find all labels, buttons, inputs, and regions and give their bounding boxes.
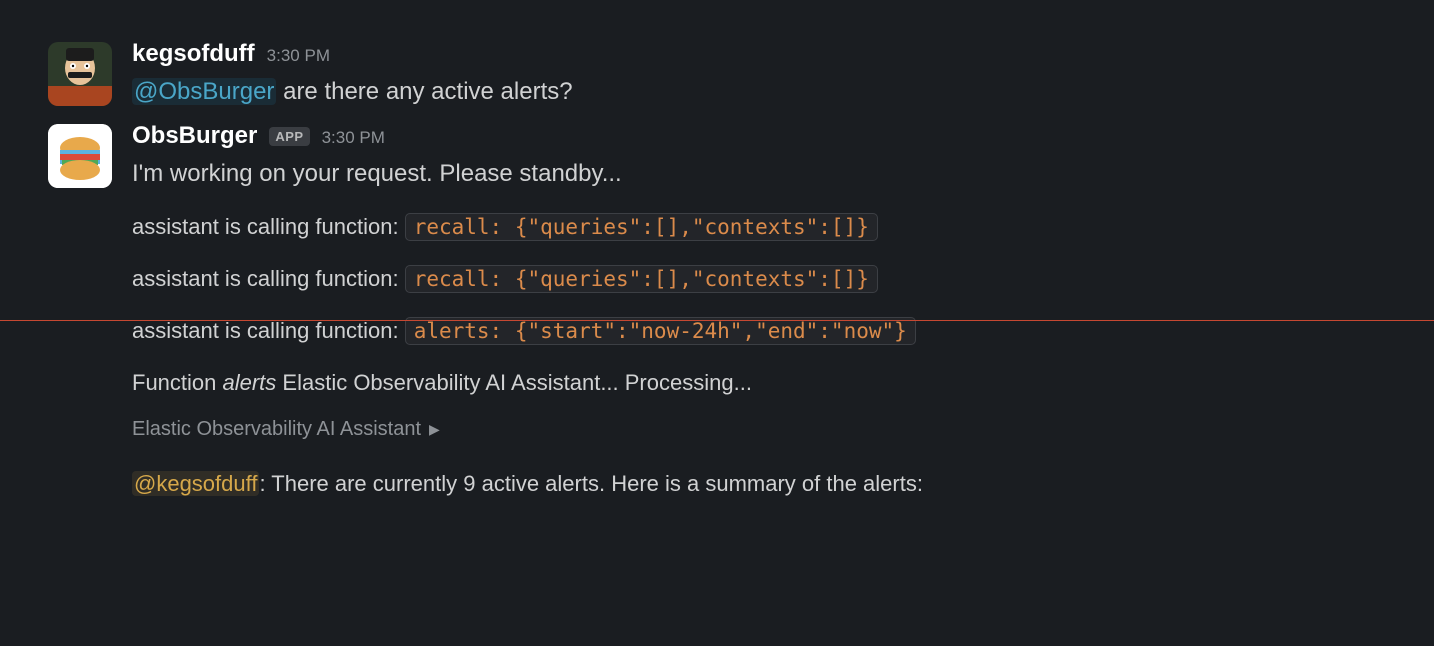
message-text: are there any active alerts? <box>276 78 572 105</box>
message-author[interactable]: ObsBurger <box>132 122 257 150</box>
function-call-prefix: assistant is calling function: <box>132 266 405 291</box>
processing-suffix: Elastic Observability AI Assistant... Pr… <box>276 370 752 395</box>
function-call-line: assistant is calling function: alerts: {… <box>132 314 1398 348</box>
avatar[interactable] <box>48 42 112 106</box>
avatar[interactable] <box>48 124 112 188</box>
message-author[interactable]: kegsofduff <box>132 40 255 68</box>
message-item: kegsofduff 3:30 PM @ObsBurger are there … <box>48 40 1398 110</box>
reply-text: : There are currently 9 active alerts. H… <box>259 471 923 496</box>
message-timestamp: 3:30 PM <box>267 46 330 66</box>
processing-line: Function alerts Elastic Observability AI… <box>132 366 1398 400</box>
message-item: ObsBurger APP 3:30 PM I'm working on you… <box>48 122 1398 501</box>
message-text: I'm working on your request. Please stan… <box>132 156 1398 192</box>
attachment-label: Elastic Observability AI Assistant <box>132 418 421 441</box>
code-snippet: recall: {"queries":[],"contexts":[]} <box>405 213 878 241</box>
avatar-image <box>48 124 112 188</box>
message-timestamp: 3:30 PM <box>322 128 385 148</box>
attachment-toggle[interactable]: Elastic Observability AI Assistant ▶ <box>132 418 1398 441</box>
caret-right-icon: ▶ <box>429 421 440 438</box>
mention-link[interactable]: @kegsofduff <box>132 471 259 496</box>
avatar-image <box>48 42 112 106</box>
processing-function-name: alerts <box>223 370 277 395</box>
function-call-prefix: assistant is calling function: <box>132 318 405 343</box>
reply-line: @kegsofduff: There are currently 9 activ… <box>132 467 1398 501</box>
mention-link[interactable]: @ObsBurger <box>132 78 276 105</box>
code-snippet: recall: {"queries":[],"contexts":[]} <box>405 265 878 293</box>
function-call-line: assistant is calling function: recall: {… <box>132 210 1398 244</box>
function-call-line: assistant is calling function: recall: {… <box>132 262 1398 296</box>
processing-prefix: Function <box>132 370 223 395</box>
code-snippet: alerts: {"start":"now-24h","end":"now"} <box>405 317 916 345</box>
message-body: @ObsBurger are there any active alerts? <box>132 74 1398 110</box>
app-badge: APP <box>269 127 309 146</box>
function-call-prefix: assistant is calling function: <box>132 214 405 239</box>
